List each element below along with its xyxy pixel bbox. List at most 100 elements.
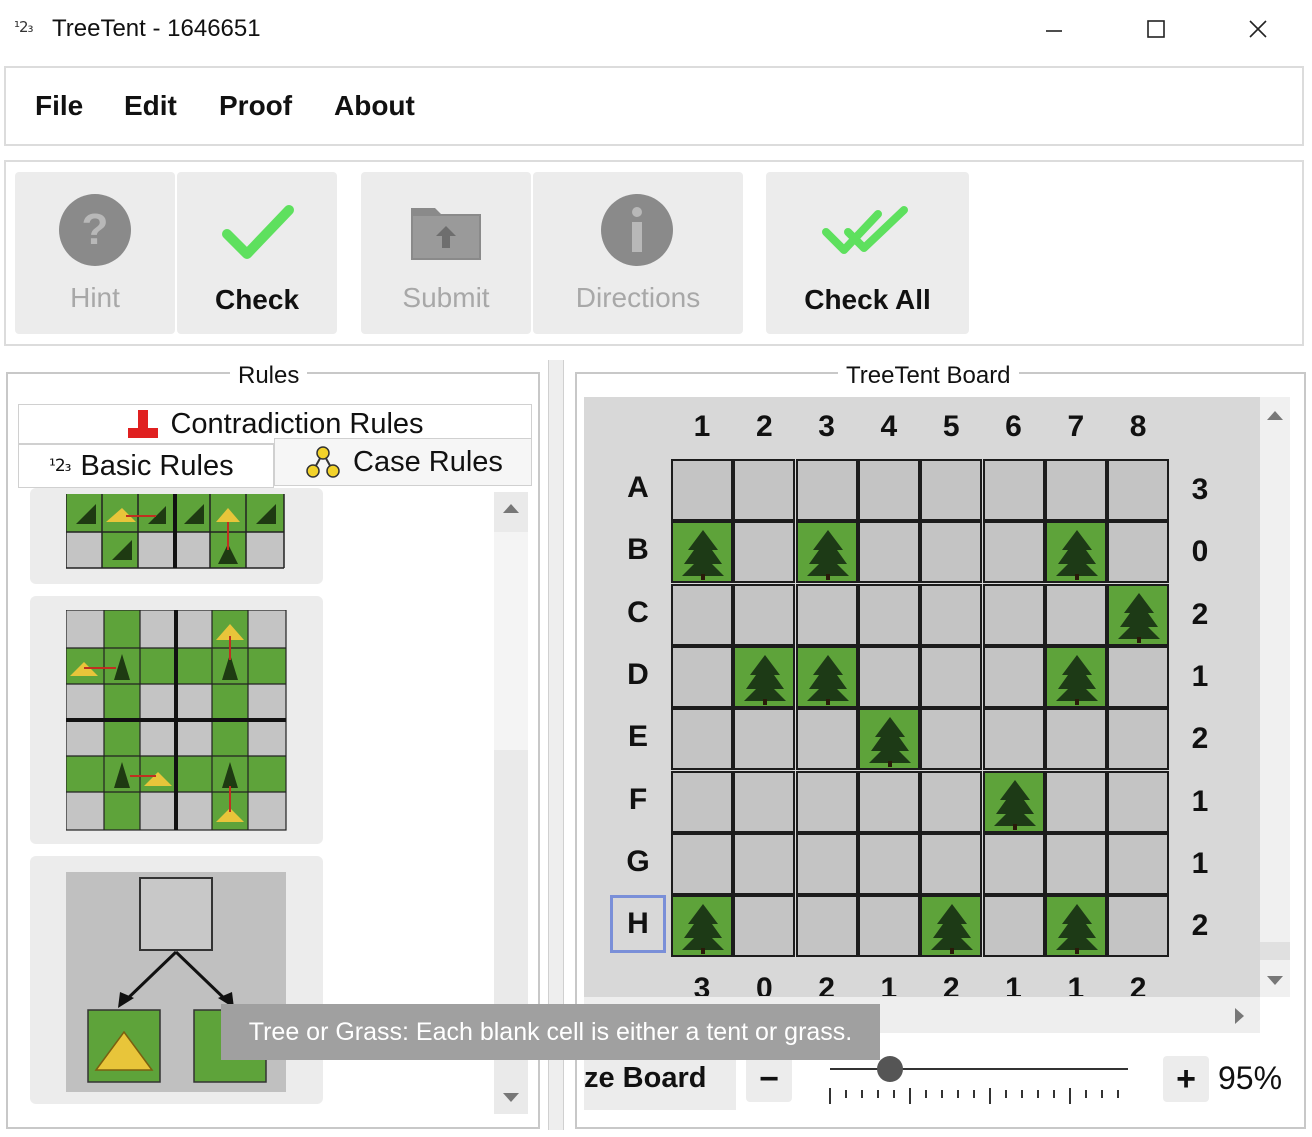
board-cell-tree[interactable] [1044,521,1107,584]
board-cell[interactable] [857,459,920,521]
tab-case-rules[interactable]: Case Rules [274,438,532,486]
board-cell-tree[interactable] [733,645,796,708]
scroll-right-icon[interactable] [1234,1007,1246,1025]
board-cell[interactable] [671,645,733,708]
row-tent-count: 2 [1191,722,1209,756]
menu-about[interactable]: About [334,90,415,122]
board-cell-tree[interactable] [920,895,983,958]
board-cell[interactable] [920,521,983,584]
minimize-icon[interactable] [1028,10,1080,48]
check-all-button[interactable]: Check All [766,172,969,334]
board-cell[interactable] [671,708,733,771]
board-cell[interactable] [1107,459,1170,521]
row-tent-count: 0 [1191,535,1209,569]
slider-thumb[interactable] [876,1056,903,1082]
board-cell[interactable] [733,832,796,895]
board-cell[interactable] [1044,832,1107,895]
board-cell[interactable] [733,459,796,521]
board-cell[interactable] [795,708,858,771]
board-cell[interactable] [1044,708,1107,771]
board-cell[interactable] [857,770,920,833]
board-cell[interactable] [795,770,858,833]
directions-button[interactable]: Directions [533,172,743,334]
board-cell[interactable] [671,832,733,895]
board-cell-tree[interactable] [795,521,858,584]
scrollbar-thumb[interactable] [494,532,528,750]
tree-icon [1048,649,1106,712]
rule-card[interactable] [30,596,323,844]
zoom-out-button[interactable]: − [746,1056,792,1102]
board-cell-tree[interactable] [982,770,1045,833]
scroll-down-icon[interactable] [1266,975,1284,987]
maximize-icon[interactable] [1130,10,1182,48]
board-cell[interactable] [920,645,983,708]
board-cell[interactable] [733,895,796,958]
board-cell[interactable] [733,708,796,771]
board-cell[interactable] [982,583,1045,646]
close-icon[interactable] [1232,10,1284,48]
board-cell[interactable] [795,832,858,895]
menu-proof[interactable]: Proof [219,90,292,122]
board-cell[interactable] [1107,832,1170,895]
board-cell[interactable] [857,832,920,895]
board-cell[interactable] [671,583,733,646]
board-cell[interactable] [1044,770,1107,833]
board-cell[interactable] [857,521,920,584]
board-cell-tree[interactable] [1044,895,1107,958]
board-cell-tree[interactable] [671,895,733,958]
rule-card[interactable] [30,488,323,584]
rule-card[interactable] [30,856,323,1104]
menu-file[interactable]: File [35,90,83,122]
board-cell[interactable] [733,770,796,833]
board-cell[interactable] [920,708,983,771]
column-label: 7 [1067,410,1085,443]
submit-label: Submit [402,282,490,313]
board-cell[interactable] [920,459,983,521]
board-cell-tree[interactable] [857,708,920,771]
hint-button[interactable]: ? Hint [15,172,175,334]
folder-upload-icon [411,208,481,260]
board-cell[interactable] [982,832,1045,895]
board-cell[interactable] [857,645,920,708]
board-cell[interactable] [671,770,733,833]
board-cell[interactable] [733,521,796,584]
board-cell-tree[interactable] [795,645,858,708]
board-cell-tree[interactable] [671,521,733,584]
board-cell[interactable] [795,583,858,646]
board-cell[interactable] [1107,708,1170,771]
zoom-in-button[interactable]: + [1163,1056,1209,1102]
board-cell[interactable] [857,895,920,958]
board-cell[interactable] [1107,645,1170,708]
board-cell-tree[interactable] [1044,645,1107,708]
board-cell[interactable] [920,832,983,895]
board-cell[interactable] [982,645,1045,708]
board-cell[interactable] [1107,521,1170,584]
submit-button[interactable]: Submit [361,172,531,334]
board-cell[interactable] [1044,583,1107,646]
board-cell[interactable] [795,895,858,958]
menu-bar [4,66,1304,146]
board-cell[interactable] [733,583,796,646]
board-cell[interactable] [1107,895,1170,958]
menu-edit[interactable]: Edit [124,90,177,122]
scroll-up-icon[interactable] [1266,409,1284,421]
tab-basic-rules[interactable]: ¹2₃ Basic Rules [18,444,274,488]
row-tent-count: 1 [1191,846,1209,880]
board-cell-tree[interactable] [1107,583,1170,646]
board-cell[interactable] [671,459,733,521]
board-cell[interactable] [857,583,920,646]
board-cell[interactable] [920,583,983,646]
check-button[interactable]: Check [177,172,337,334]
board-cell[interactable] [920,770,983,833]
board-cell[interactable] [982,521,1045,584]
board-cell[interactable] [795,459,858,521]
board-cell[interactable] [982,708,1045,771]
scrollbar-thumb[interactable] [1260,942,1290,960]
board-vertical-scrollbar[interactable] [1260,397,1290,997]
board-cell[interactable] [1044,459,1107,521]
scroll-down-icon[interactable] [502,1092,520,1104]
scroll-up-icon[interactable] [502,502,520,514]
board-cell[interactable] [982,895,1045,958]
board-cell[interactable] [1107,770,1170,833]
board-cell[interactable] [982,459,1045,521]
